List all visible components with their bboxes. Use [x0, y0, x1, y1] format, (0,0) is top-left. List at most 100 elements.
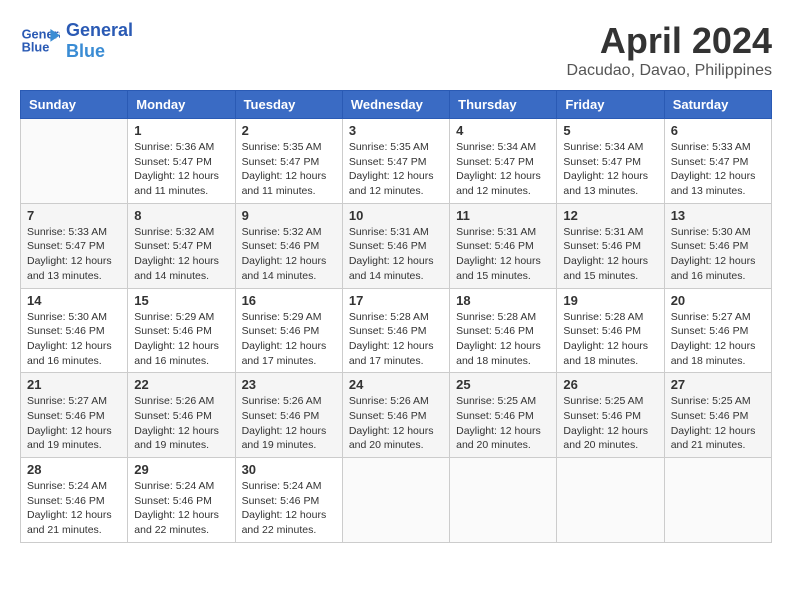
day-info: Sunrise: 5:29 AM Sunset: 5:46 PM Dayligh…: [242, 310, 336, 369]
page-header: General Blue General Blue April 2024 Dac…: [20, 20, 772, 80]
calendar-cell: 12 Sunrise: 5:31 AM Sunset: 5:46 PM Dayli…: [557, 203, 664, 288]
day-info: Sunrise: 5:27 AM Sunset: 5:46 PM Dayligh…: [671, 310, 765, 369]
calendar-cell: 28Sunrise: 5:24 AM Sunset: 5:46 PM Dayli…: [21, 458, 128, 543]
header-day-sunday: Sunday: [21, 91, 128, 119]
calendar-week-row: 21 Sunrise: 5:27 AM Sunset: 5:46 PM Dayli…: [21, 373, 772, 458]
calendar-table: SundayMondayTuesdayWednesdayThursdayFrid…: [20, 90, 772, 543]
day-info: Sunrise: 5:25 AM Sunset: 5:46 PM Dayligh…: [671, 394, 765, 453]
calendar-cell: 21 Sunrise: 5:27 AM Sunset: 5:46 PM Dayli…: [21, 373, 128, 458]
calendar-cell: 20 Sunrise: 5:27 AM Sunset: 5:46 PM Dayli…: [664, 288, 771, 373]
day-info: Sunrise: 5:28 AM Sunset: 5:46 PM Dayligh…: [563, 310, 657, 369]
day-number: 3: [349, 123, 443, 138]
day-info: Sunrise: 5:32 AM Sunset: 5:47 PM Dayligh…: [134, 225, 228, 284]
logo-icon: General Blue: [20, 21, 60, 61]
header-day-wednesday: Wednesday: [342, 91, 449, 119]
header-day-tuesday: Tuesday: [235, 91, 342, 119]
calendar-cell: 10 Sunrise: 5:31 AM Sunset: 5:46 PM Dayli…: [342, 203, 449, 288]
day-number: 5: [563, 123, 657, 138]
calendar-cell: 19 Sunrise: 5:28 AM Sunset: 5:46 PM Dayli…: [557, 288, 664, 373]
calendar-cell: 18Sunrise: 5:28 AM Sunset: 5:46 PM Dayli…: [450, 288, 557, 373]
day-number: 26: [563, 377, 657, 392]
day-number: 6: [671, 123, 765, 138]
day-info: Sunrise: 5:35 AM Sunset: 5:47 PM Dayligh…: [349, 140, 443, 199]
day-number: 2: [242, 123, 336, 138]
day-info: Sunrise: 5:32 AM Sunset: 5:46 PM Dayligh…: [242, 225, 336, 284]
day-number: 17: [349, 293, 443, 308]
day-number: 9: [242, 208, 336, 223]
day-info: Sunrise: 5:25 AM Sunset: 5:46 PM Dayligh…: [563, 394, 657, 453]
calendar-cell: 5 Sunrise: 5:34 AM Sunset: 5:47 PM Daylig…: [557, 119, 664, 204]
calendar-week-row: 28 Sunrise: 5:24 AM Sunset: 5:46 PM Dayli…: [21, 458, 772, 543]
day-number: 22: [134, 377, 228, 392]
calendar-header-row: SundayMondayTuesdayWednesdayThursdayFrid…: [21, 91, 772, 119]
calendar-cell: [557, 458, 664, 543]
day-number: 10: [349, 208, 443, 223]
day-number: 14: [27, 293, 121, 308]
day-info: Sunrise: 5:27 AM Sunset: 5:46 PM Dayligh…: [27, 394, 121, 453]
calendar-cell: 9 Sunrise: 5:32 AM Sunset: 5:46 PM Daylig…: [235, 203, 342, 288]
day-number: 8: [134, 208, 228, 223]
calendar-subtitle: Dacudao, Davao, Philippines: [567, 62, 772, 80]
day-number: 25: [456, 377, 550, 392]
day-info: Sunrise: 5:26 AM Sunset: 5:46 PM Dayligh…: [134, 394, 228, 453]
day-number: 12: [563, 208, 657, 223]
calendar-cell: 17Sunrise: 5:28 AM Sunset: 5:46 PM Dayli…: [342, 288, 449, 373]
svg-text:Blue: Blue: [22, 39, 50, 54]
calendar-cell: 29 Sunrise: 5:24 AM Sunset: 5:46 PM Dayli…: [128, 458, 235, 543]
logo: General Blue General Blue: [20, 20, 133, 61]
logo-text-line2: Blue: [66, 41, 133, 62]
day-info: Sunrise: 5:25 AM Sunset: 5:46 PM Dayligh…: [456, 394, 550, 453]
day-number: 21: [27, 377, 121, 392]
calendar-cell: 7 Sunrise: 5:33 AM Sunset: 5:47 PM Daylig…: [21, 203, 128, 288]
day-info: Sunrise: 5:30 AM Sunset: 5:46 PM Dayligh…: [27, 310, 121, 369]
day-number: 29: [134, 462, 228, 477]
day-number: 24: [349, 377, 443, 392]
day-info: Sunrise: 5:24 AM Sunset: 5:46 PM Dayligh…: [134, 479, 228, 538]
header-day-saturday: Saturday: [664, 91, 771, 119]
logo-text-line1: General: [66, 20, 133, 41]
calendar-cell: 22 Sunrise: 5:26 AM Sunset: 5:46 PM Dayli…: [128, 373, 235, 458]
calendar-week-row: 1Sunrise: 5:36 AM Sunset: 5:47 PM Daylig…: [21, 119, 772, 204]
day-number: 27: [671, 377, 765, 392]
day-info: Sunrise: 5:31 AM Sunset: 5:46 PM Dayligh…: [349, 225, 443, 284]
day-number: 13: [671, 208, 765, 223]
header-day-thursday: Thursday: [450, 91, 557, 119]
calendar-cell: 13 Sunrise: 5:30 AM Sunset: 5:46 PM Dayli…: [664, 203, 771, 288]
day-info: Sunrise: 5:34 AM Sunset: 5:47 PM Dayligh…: [456, 140, 550, 199]
calendar-title: April 2024: [567, 20, 772, 62]
day-number: 23: [242, 377, 336, 392]
day-number: 30: [242, 462, 336, 477]
day-number: 28: [27, 462, 121, 477]
day-info: Sunrise: 5:36 AM Sunset: 5:47 PM Dayligh…: [134, 140, 228, 199]
day-info: Sunrise: 5:35 AM Sunset: 5:47 PM Dayligh…: [242, 140, 336, 199]
day-number: 19: [563, 293, 657, 308]
calendar-cell: 14 Sunrise: 5:30 AM Sunset: 5:46 PM Dayli…: [21, 288, 128, 373]
calendar-cell: 2 Sunrise: 5:35 AM Sunset: 5:47 PM Daylig…: [235, 119, 342, 204]
day-number: 20: [671, 293, 765, 308]
day-info: Sunrise: 5:30 AM Sunset: 5:46 PM Dayligh…: [671, 225, 765, 284]
calendar-cell: 15Sunrise: 5:29 AM Sunset: 5:46 PM Dayli…: [128, 288, 235, 373]
calendar-cell: 8 Sunrise: 5:32 AM Sunset: 5:47 PM Daylig…: [128, 203, 235, 288]
day-info: Sunrise: 5:33 AM Sunset: 5:47 PM Dayligh…: [27, 225, 121, 284]
calendar-cell: 26 Sunrise: 5:25 AM Sunset: 5:46 PM Dayli…: [557, 373, 664, 458]
calendar-cell: 16 Sunrise: 5:29 AM Sunset: 5:46 PM Dayli…: [235, 288, 342, 373]
calendar-cell: [21, 119, 128, 204]
calendar-cell: 6 Sunrise: 5:33 AM Sunset: 5:47 PM Daylig…: [664, 119, 771, 204]
day-info: Sunrise: 5:31 AM Sunset: 5:46 PM Dayligh…: [563, 225, 657, 284]
calendar-cell: 23Sunrise: 5:26 AM Sunset: 5:46 PM Dayli…: [235, 373, 342, 458]
day-info: Sunrise: 5:26 AM Sunset: 5:46 PM Dayligh…: [349, 394, 443, 453]
day-info: Sunrise: 5:33 AM Sunset: 5:47 PM Dayligh…: [671, 140, 765, 199]
day-info: Sunrise: 5:24 AM Sunset: 5:46 PM Dayligh…: [242, 479, 336, 538]
calendar-cell: 30 Sunrise: 5:24 AM Sunset: 5:46 PM Dayli…: [235, 458, 342, 543]
calendar-cell: 1Sunrise: 5:36 AM Sunset: 5:47 PM Daylig…: [128, 119, 235, 204]
calendar-cell: 27 Sunrise: 5:25 AM Sunset: 5:46 PM Dayli…: [664, 373, 771, 458]
calendar-cell: 3 Sunrise: 5:35 AM Sunset: 5:47 PM Daylig…: [342, 119, 449, 204]
calendar-cell: 24 Sunrise: 5:26 AM Sunset: 5:46 PM Dayli…: [342, 373, 449, 458]
calendar-cell: [450, 458, 557, 543]
title-section: April 2024 Dacudao, Davao, Philippines: [567, 20, 772, 80]
day-info: Sunrise: 5:34 AM Sunset: 5:47 PM Dayligh…: [563, 140, 657, 199]
calendar-week-row: 7 Sunrise: 5:33 AM Sunset: 5:47 PM Daylig…: [21, 203, 772, 288]
day-number: 16: [242, 293, 336, 308]
day-number: 7: [27, 208, 121, 223]
header-day-friday: Friday: [557, 91, 664, 119]
